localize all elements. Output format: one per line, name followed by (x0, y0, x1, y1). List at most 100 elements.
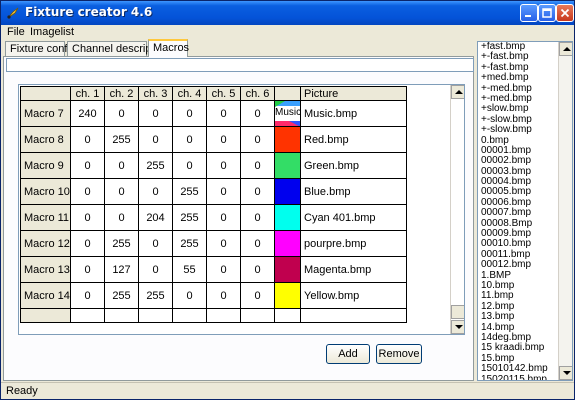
column-header[interactable] (274, 86, 301, 101)
tab-macros[interactable]: Macros (148, 39, 189, 57)
color-swatch[interactable]: Music (274, 100, 301, 127)
channel-value[interactable]: 0 (206, 100, 241, 127)
minimize-button[interactable] (520, 4, 538, 22)
channel-value[interactable]: 255 (104, 126, 139, 153)
macro-info-field[interactable] (6, 58, 474, 72)
channel-value[interactable]: 0 (206, 256, 241, 283)
column-header[interactable]: ch. 6 (240, 86, 275, 101)
list-item[interactable]: 13.bmp (481, 311, 548, 322)
macro-name[interactable]: Macro 13 (20, 256, 71, 283)
channel-value[interactable]: 0 (70, 152, 105, 179)
channel-value[interactable]: 0 (172, 126, 207, 153)
menu-file[interactable]: File (7, 26, 25, 38)
column-header[interactable]: ch. 5 (206, 86, 241, 101)
picture-filename[interactable]: Yellow.bmp (300, 282, 407, 309)
channel-value[interactable]: 0 (138, 256, 173, 283)
color-swatch[interactable] (274, 230, 301, 257)
tab-fixture-config[interactable]: Fixture config (5, 41, 76, 56)
remove-button[interactable]: Remove (376, 344, 422, 364)
channel-value[interactable]: 0 (206, 230, 241, 257)
scroll-up-button[interactable] (559, 42, 572, 56)
channel-value[interactable]: 0 (138, 126, 173, 153)
channel-value[interactable]: 255 (138, 282, 173, 309)
channel-value[interactable]: 0 (240, 204, 275, 231)
scroll-down-button[interactable] (451, 320, 464, 334)
color-swatch[interactable] (274, 126, 301, 153)
table-row[interactable]: Macro 7 240 0 0 0 0 0 Music Music.bmp (20, 100, 407, 127)
channel-value[interactable]: 0 (70, 282, 105, 309)
column-header[interactable]: ch. 3 (138, 86, 173, 101)
channel-value[interactable]: 0 (240, 152, 275, 179)
picture-filename[interactable]: Red.bmp (300, 126, 407, 153)
macro-name[interactable]: Macro 11 (20, 204, 71, 231)
scroll-down-button[interactable] (559, 366, 572, 380)
macro-name[interactable]: Macro 8 (20, 126, 71, 153)
table-row[interactable]: Macro 8 0 255 0 0 0 0 Red.bmp (20, 126, 407, 153)
table-row[interactable]: Macro 11 0 0 204 255 0 0 Cyan 401.bmp (20, 204, 407, 231)
channel-value[interactable]: 0 (104, 152, 139, 179)
channel-value[interactable]: 0 (70, 126, 105, 153)
channel-value[interactable]: 255 (172, 204, 207, 231)
color-swatch[interactable] (274, 152, 301, 179)
channel-value[interactable]: 0 (240, 126, 275, 153)
picture-filename[interactable]: Blue.bmp (300, 178, 407, 205)
channel-value[interactable]: 240 (70, 100, 105, 127)
scrollbar-thumb[interactable] (451, 305, 464, 319)
channel-value[interactable]: 0 (240, 282, 275, 309)
table-row[interactable]: Macro 9 0 0 255 0 0 0 Green.bmp (20, 152, 407, 179)
channel-value[interactable]: 0 (206, 178, 241, 205)
channel-value[interactable]: 0 (172, 282, 207, 309)
picture-filename[interactable]: Magenta.bmp (300, 256, 407, 283)
channel-value[interactable]: 0 (240, 178, 275, 205)
channel-value[interactable]: 0 (138, 230, 173, 257)
list-item[interactable]: +-slow.bmp (481, 124, 548, 135)
channel-value[interactable]: 0 (172, 152, 207, 179)
title-bar[interactable]: Fixture creator 4.6 (1, 1, 574, 25)
column-header[interactable]: ch. 2 (104, 86, 139, 101)
channel-value[interactable]: 0 (70, 204, 105, 231)
macro-name[interactable]: Macro 12 (20, 230, 71, 257)
table-row[interactable]: Macro 14 0 255 255 0 0 0 Yellow.bmp (20, 282, 407, 309)
channel-value[interactable]: 0 (206, 126, 241, 153)
list-item[interactable]: +med.bmp (481, 72, 548, 83)
channel-value[interactable]: 0 (138, 100, 173, 127)
grid-vertical-scrollbar[interactable] (450, 85, 464, 334)
menu-imagelist[interactable]: Imagelist (30, 26, 74, 38)
macro-name[interactable]: Macro 9 (20, 152, 71, 179)
table-row[interactable]: Macro 12 0 255 0 255 0 0 pourpre.bmp (20, 230, 407, 257)
scroll-up-button[interactable] (451, 85, 464, 99)
picture-filename[interactable]: Cyan 401.bmp (300, 204, 407, 231)
maximize-button[interactable] (538, 4, 556, 22)
channel-value[interactable]: 255 (104, 282, 139, 309)
close-button[interactable] (556, 4, 574, 22)
color-swatch[interactable] (274, 204, 301, 231)
channel-value[interactable]: 204 (138, 204, 173, 231)
macro-name[interactable]: Macro 7 (20, 100, 71, 127)
macro-name[interactable]: Macro 14 (20, 282, 71, 309)
picture-filename[interactable]: pourpre.bmp (300, 230, 407, 257)
channel-value[interactable]: 255 (104, 230, 139, 257)
channel-value[interactable]: 0 (172, 100, 207, 127)
channel-value[interactable]: 0 (206, 204, 241, 231)
channel-value[interactable]: 0 (206, 152, 241, 179)
macro-grid[interactable]: ch. 1 ch. 2 ch. 3 ch. 4 ch. 5 ch. 6 Pict… (18, 84, 465, 335)
channel-value[interactable]: 55 (172, 256, 207, 283)
channel-value[interactable]: 127 (104, 256, 139, 283)
channel-value[interactable]: 0 (240, 100, 275, 127)
column-header[interactable]: Picture (300, 86, 407, 101)
imagelist-scrollbar[interactable] (558, 42, 572, 380)
channel-value[interactable]: 0 (240, 256, 275, 283)
channel-value[interactable]: 0 (104, 204, 139, 231)
imagelist-listbox[interactable]: +fast.bmp +-fast.bmp +-fast.bmp +med.bmp +-m… (477, 41, 573, 381)
picture-filename[interactable]: Green.bmp (300, 152, 407, 179)
color-swatch[interactable] (274, 256, 301, 283)
column-header[interactable]: ch. 4 (172, 86, 207, 101)
color-swatch[interactable] (274, 178, 301, 205)
channel-value[interactable]: 255 (172, 178, 207, 205)
picture-filename[interactable]: Music.bmp (300, 100, 407, 127)
macro-name[interactable]: Macro 10 (20, 178, 71, 205)
add-button[interactable]: Add (326, 344, 370, 364)
channel-value[interactable]: 0 (138, 178, 173, 205)
channel-value[interactable]: 0 (206, 282, 241, 309)
list-item[interactable]: 15010142.bmp (481, 363, 548, 374)
